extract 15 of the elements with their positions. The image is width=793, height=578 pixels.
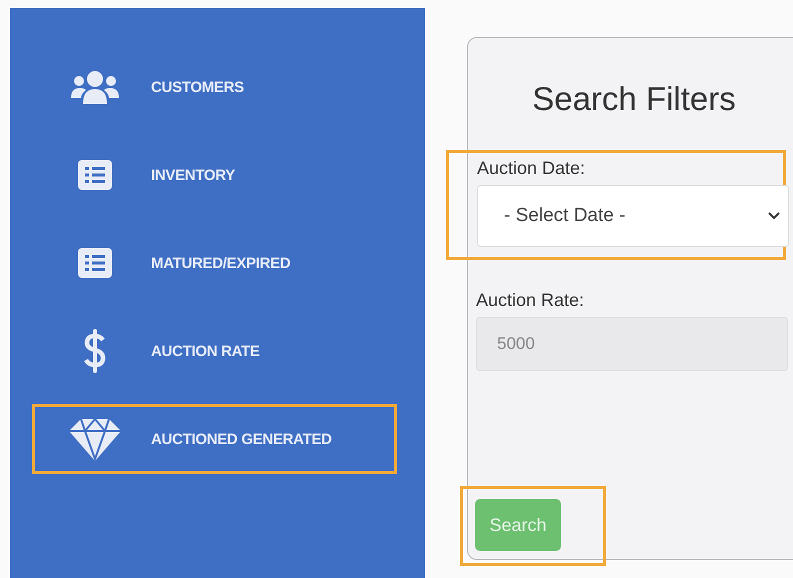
menu-item[interactable]: INVENTORY xyxy=(151,166,235,184)
menu-item[interactable]: AUCTIONED GENERATED xyxy=(151,430,332,448)
dollar-icon xyxy=(84,329,106,373)
field-label: Auction Rate: xyxy=(476,290,586,311)
diamond-icon xyxy=(69,417,121,461)
field-label: Auction Date: xyxy=(477,158,586,179)
menu-item[interactable]: AUCTION RATE xyxy=(151,342,260,360)
panel-title: Search Filters xyxy=(531,80,737,118)
menu-item[interactable]: MATURED/EXPIRED xyxy=(151,254,290,272)
list-icon xyxy=(78,248,112,278)
date-dropdown[interactable]: - Select Date - xyxy=(477,185,789,247)
menu-item[interactable]: CUSTOMERS xyxy=(151,78,244,96)
list-icon xyxy=(78,160,112,190)
users-icon xyxy=(71,70,119,104)
chevron-icon xyxy=(768,212,780,220)
